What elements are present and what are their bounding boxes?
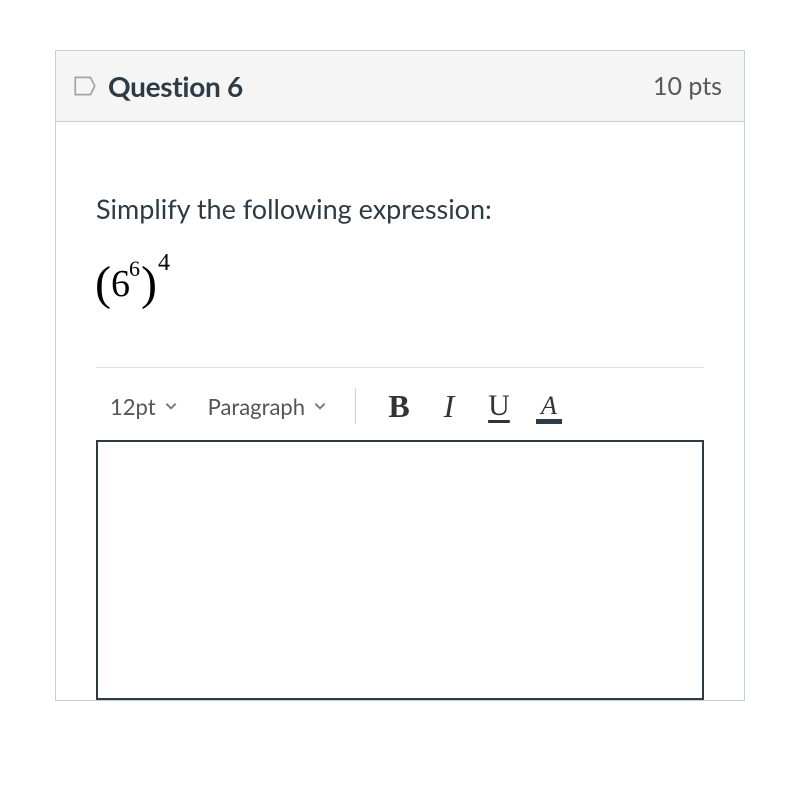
right-paren: )	[141, 257, 157, 310]
text-color-icon: A	[541, 391, 557, 421]
editor-toolbar: 12pt Paragraph B I U A	[96, 378, 704, 434]
italic-icon: I	[444, 388, 455, 425]
chevron-down-icon	[164, 399, 178, 413]
question-points: 10 pts	[653, 71, 722, 101]
italic-button[interactable]: I	[424, 386, 474, 426]
toolbar-separator	[355, 388, 356, 424]
font-size-select[interactable]: 12pt	[100, 387, 188, 426]
base-number: 6	[111, 263, 130, 305]
bold-button[interactable]: B	[374, 386, 424, 426]
underline-icon: U	[488, 389, 510, 423]
math-expression: (66)4	[95, 257, 704, 305]
text-color-swatch	[536, 419, 562, 424]
underline-button[interactable]: U	[474, 386, 524, 426]
question-title: Question 6	[108, 69, 243, 103]
block-format-select[interactable]: Paragraph	[198, 387, 337, 426]
chevron-down-icon	[313, 399, 327, 413]
question-card: Question 6 10 pts Simplify the following…	[55, 50, 745, 701]
block-format-label: Paragraph	[208, 393, 305, 420]
font-size-label: 12pt	[110, 393, 156, 420]
question-prompt: Simplify the following expression:	[96, 192, 704, 225]
bookmark-icon	[72, 73, 98, 99]
outer-exponent: 4	[158, 250, 170, 276]
inner-exponent: 6	[129, 256, 140, 281]
question-body: Simplify the following expression: (66)4…	[56, 122, 744, 700]
bold-icon: B	[388, 388, 409, 425]
left-paren: (	[95, 257, 111, 310]
text-color-button[interactable]: A	[524, 386, 574, 426]
question-header: Question 6 10 pts	[56, 51, 744, 122]
toolbar-divider	[96, 367, 704, 368]
answer-editor[interactable]	[96, 440, 704, 700]
